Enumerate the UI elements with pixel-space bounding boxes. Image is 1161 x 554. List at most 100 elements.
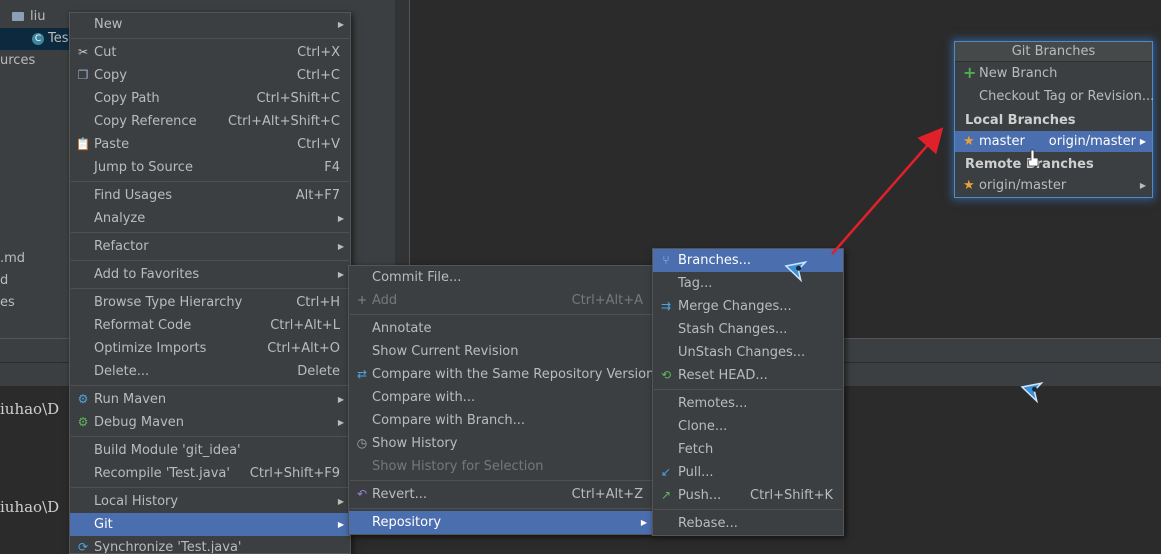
new-branch-item[interactable]: + New Branch [955, 62, 1152, 85]
menu-item-label: Show Current Revision [372, 344, 519, 359]
menu-item-label: Rebase... [678, 516, 738, 531]
tree-node-item[interactable]: es [0, 292, 15, 314]
menu-item-label: Jump to Source [94, 160, 193, 175]
menu-item-copy[interactable]: ❐ Copy Ctrl+C [70, 64, 350, 87]
menu-item-optimize-imports[interactable]: Optimize Imports Ctrl+Alt+O [70, 337, 350, 360]
menu-separator [71, 385, 349, 386]
menu-item-label: Local History [94, 494, 179, 509]
menu-item-compare-with-branch[interactable]: Compare with Branch... [349, 409, 653, 432]
menu-item-local-history[interactable]: Local History ▶ [70, 490, 350, 513]
checkout-tag-item[interactable]: Checkout Tag or Revision... [955, 85, 1155, 108]
menu-item-rebase[interactable]: Rebase... [653, 512, 843, 535]
menu-item-show-history[interactable]: ◷ Show History [349, 432, 653, 455]
tree-node-class[interactable]: C Tes [0, 28, 69, 50]
push-icon: ↗ [660, 488, 672, 502]
plus-icon: + [356, 293, 368, 307]
menu-item-browse-type-hierarchy[interactable]: Browse Type Hierarchy Ctrl+H [70, 291, 350, 314]
history-icon: ◷ [356, 436, 368, 450]
tree-node-folder[interactable]: liu [0, 6, 45, 28]
menu-item-unstash-changes[interactable]: UnStash Changes... [653, 341, 843, 364]
menu-item-tag[interactable]: Tag... [653, 272, 843, 295]
menu-item-annotate[interactable]: Annotate [349, 317, 653, 340]
menu-item-remotes[interactable]: Remotes... [653, 392, 843, 415]
popup-title: Git Branches [955, 42, 1152, 62]
chevron-right-icon: ▶ [640, 518, 647, 527]
menu-item-shortcut: Ctrl+Alt+L [270, 318, 340, 333]
menu-item-commit-file[interactable]: Commit File... [349, 266, 653, 289]
checkout-tag-label: Checkout Tag or Revision... [979, 89, 1155, 104]
chevron-right-icon: ▶ [1139, 181, 1146, 190]
menu-item-jump-to-source[interactable]: Jump to Source F4 [70, 156, 350, 179]
menu-item-refactor[interactable]: Refactor ▶ [70, 235, 350, 258]
menu-item-repository[interactable]: Repository ▶ [349, 511, 653, 534]
menu-separator [350, 314, 652, 315]
menu-item-shortcut: Ctrl+H [296, 295, 340, 310]
menu-item-add-to-favorites[interactable]: Add to Favorites ▶ [70, 263, 350, 286]
menu-item-label: Repository [372, 515, 442, 530]
menu-item-delete[interactable]: Delete... Delete [70, 360, 350, 383]
menu-item-label: Refactor [94, 239, 149, 254]
menu-item-label: Cut [94, 45, 117, 60]
remote-branch-origin-master[interactable]: ★ origin/master ▶ [955, 175, 1152, 196]
menu-item-label: Delete... [94, 364, 150, 379]
menu-item-synchronize-test-java[interactable]: ⟳ Synchronize 'Test.java' [70, 536, 350, 554]
menu-item-shortcut: Ctrl+C [296, 68, 340, 83]
menu-item-recompile-test-java[interactable]: Recompile 'Test.java' Ctrl+Shift+F9 [70, 462, 350, 485]
tree-node-item[interactable]: urces [0, 50, 35, 72]
terminal-line: iuhao\D [0, 400, 60, 418]
menu-item-branches[interactable]: ⑂ Branches... [653, 249, 843, 272]
tree-node-item[interactable]: .md [0, 248, 25, 270]
menu-item-label: Clone... [678, 419, 728, 434]
menu-item-label: Run Maven [94, 392, 167, 407]
menu-item-stash-changes[interactable]: Stash Changes... [653, 318, 843, 341]
menu-item-revert[interactable]: ↶ Revert... Ctrl+Alt+Z [349, 483, 653, 506]
chevron-right-icon: ▶ [337, 520, 344, 529]
local-branch-master[interactable]: ★ master origin/master ▶ [955, 131, 1152, 152]
menu-item-label: Copy [94, 68, 127, 83]
menu-separator [71, 436, 349, 437]
remote-branches-header: Remote Branches [965, 157, 1094, 172]
menu-item-label: Revert... [372, 487, 427, 502]
chevron-right-icon: ▶ [337, 497, 344, 506]
menu-item-find-usages[interactable]: Find Usages Alt+F7 [70, 184, 350, 207]
git-branches-popup: Git Branches + New Branch Checkout Tag o… [954, 41, 1155, 198]
chevron-right-icon: ▶ [337, 270, 344, 279]
menu-item-compare-with[interactable]: Compare with... [349, 386, 653, 409]
menu-item-compare-with-the-same-repository-version[interactable]: ⇄ Compare with the Same Repository Versio… [349, 363, 654, 386]
menu-item-push[interactable]: ↗ Push... Ctrl+Shift+K [653, 484, 843, 507]
menu-item-new[interactable]: New ▶ [70, 13, 350, 36]
menu-item-pull[interactable]: ↙ Pull... [653, 461, 843, 484]
menu-item-copy-reference[interactable]: Copy Reference Ctrl+Alt+Shift+C [70, 110, 350, 133]
menu-separator [71, 260, 349, 261]
menu-item-shortcut: Ctrl+V [297, 137, 340, 152]
menu-item-label: Debug Maven [94, 415, 184, 430]
menu-item-build-module-git-idea[interactable]: Build Module 'git_idea' [70, 439, 350, 462]
menu-item-copy-path[interactable]: Copy Path Ctrl+Shift+C [70, 87, 350, 110]
menu-item-analyze[interactable]: Analyze ▶ [70, 207, 350, 230]
new-branch-label: New Branch [979, 66, 1058, 81]
revert-icon: ↶ [356, 487, 368, 501]
menu-item-label: Merge Changes... [678, 299, 792, 314]
menu-item-reformat-code[interactable]: Reformat Code Ctrl+Alt+L [70, 314, 350, 337]
branch-icon: ⑂ [662, 253, 670, 267]
tree-node-item[interactable]: d [0, 270, 8, 292]
menu-item-show-current-revision[interactable]: Show Current Revision [349, 340, 653, 363]
maven-gear-icon: ⚙ [77, 392, 89, 406]
menu-item-run-maven[interactable]: ⚙ Run Maven ▶ [70, 388, 350, 411]
git-submenu: Commit File... + Add Ctrl+Alt+A Annotate Show… [348, 265, 654, 535]
menu-item-paste[interactable]: 📋 Paste Ctrl+V [70, 133, 350, 156]
menu-item-merge-changes[interactable]: ⇉ Merge Changes... [653, 295, 843, 318]
tree-node-label: d [0, 273, 9, 288]
menu-item-clone[interactable]: Clone... [653, 415, 843, 438]
menu-item-cut[interactable]: ✂ Cut Ctrl+X [70, 41, 350, 64]
menu-item-debug-maven[interactable]: ⚙ Debug Maven ▶ [70, 411, 350, 434]
menu-item-fetch[interactable]: Fetch [653, 438, 843, 461]
sync-icon: ⟳ [77, 540, 89, 554]
chevron-right-icon: ▶ [1139, 137, 1146, 146]
repository-submenu: ⑂ Branches... Tag... ⇉ Merge Changes... Stash… [652, 248, 844, 536]
menu-item-reset-head[interactable]: ⟲ Reset HEAD... [653, 364, 843, 387]
menu-item-git[interactable]: Git ▶ [70, 513, 350, 536]
plus-icon: + [963, 63, 977, 82]
menu-item-label: Show History [372, 436, 458, 451]
menu-separator [71, 487, 349, 488]
